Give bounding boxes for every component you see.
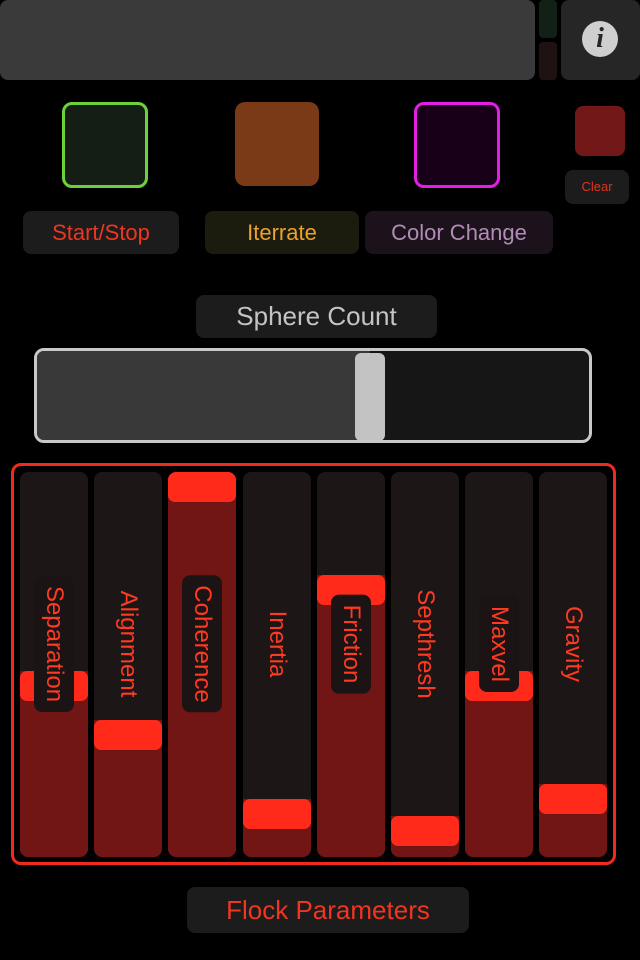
color-change-pad[interactable] — [414, 102, 500, 188]
fader-alignment[interactable]: Alignment — [94, 472, 162, 857]
level-meter-green — [539, 0, 557, 38]
fader-label: Alignment — [115, 590, 142, 698]
fader-label: Coherence — [182, 575, 222, 713]
slider-thumb[interactable] — [355, 353, 385, 440]
level-meter-red — [539, 42, 557, 80]
fader-gravity[interactable]: Gravity — [539, 472, 607, 857]
fader-friction[interactable]: Friction — [317, 472, 385, 857]
color-change-button[interactable]: Color Change — [365, 211, 553, 254]
clear-pad[interactable] — [575, 106, 625, 156]
slider-fill — [37, 351, 370, 440]
iterate-pad[interactable] — [235, 102, 319, 186]
info-icon[interactable]: i — [582, 21, 618, 57]
fader-label: Friction — [331, 594, 371, 694]
flock-parameters-label: Flock Parameters — [187, 887, 469, 933]
fader-label: Gravity — [560, 605, 587, 683]
sphere-count-slider[interactable] — [34, 348, 592, 443]
fader-maxvel[interactable]: Maxvel — [465, 472, 533, 857]
iterate-button[interactable]: Iterrate — [205, 211, 359, 254]
fader-septhresh[interactable]: Septhresh — [391, 472, 459, 857]
fader-coherence[interactable]: Coherence — [168, 472, 236, 857]
fader-inertia[interactable]: Inertia — [243, 472, 311, 857]
fader-label: Inertia — [264, 610, 291, 678]
sphere-count-label: Sphere Count — [196, 295, 437, 338]
fader-label: Separation — [34, 575, 74, 713]
fader-handle[interactable] — [539, 784, 607, 814]
fader-label: Maxvel — [479, 595, 519, 693]
status-display — [0, 0, 535, 80]
fader-separation[interactable]: Separation — [20, 472, 88, 857]
fader-handle[interactable] — [243, 799, 311, 829]
clear-button[interactable]: Clear — [565, 170, 629, 204]
fader-handle[interactable] — [391, 816, 459, 846]
start-stop-pad[interactable] — [62, 102, 148, 188]
fader-label: Septhresh — [412, 589, 439, 699]
fader-handle[interactable] — [168, 472, 236, 502]
fader-handle[interactable] — [94, 720, 162, 750]
start-stop-button[interactable]: Start/Stop — [23, 211, 179, 254]
